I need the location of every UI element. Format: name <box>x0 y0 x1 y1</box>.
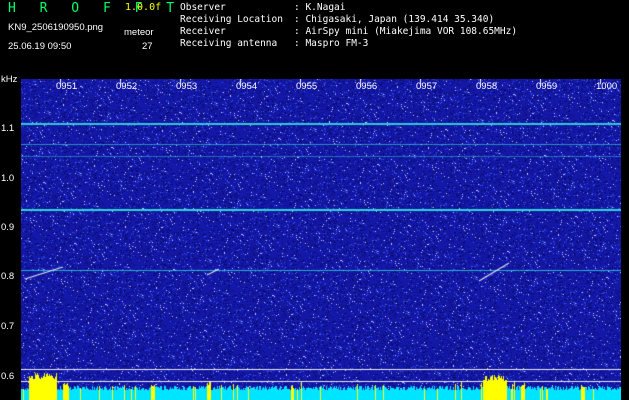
meteor-label: meteor <box>124 27 154 38</box>
y-tick-label: 1.1 <box>1 123 15 134</box>
info-label: Observer <box>180 2 226 13</box>
y-tick-label: 0.7 <box>1 321 15 332</box>
time-label: 0958 <box>476 81 498 92</box>
observation-datetime: 25.06.19 09:50 <box>8 41 72 52</box>
meteor-count: 27 <box>142 41 153 52</box>
time-label: 0953 <box>176 81 198 92</box>
info-value: : Maspro FM-3 <box>294 38 369 49</box>
time-label: 0951 <box>56 81 78 92</box>
time-label: 0956 <box>356 81 378 92</box>
time-label: 0959 <box>536 81 558 92</box>
time-label: 0952 <box>116 81 138 92</box>
info-value: : K.Nagai <box>294 2 346 13</box>
time-label: 1000 <box>596 81 618 92</box>
frequency-unit-label: kHz <box>1 74 18 85</box>
spectrogram-canvas <box>21 79 621 400</box>
y-tick-label: 1.0 <box>1 173 15 184</box>
info-label: Receiving antenna <box>180 38 278 49</box>
info-value: : Chigasaki, Japan (139.414 35.340) <box>294 14 495 25</box>
time-label: 0957 <box>416 81 438 92</box>
file-name: KN9_2506190950.png <box>8 22 104 33</box>
info-value: : AirSpy mini (Miakejima VOR 108.65MHz) <box>294 26 518 37</box>
time-label: 0954 <box>236 81 258 92</box>
y-tick-label: 0.8 <box>1 271 15 282</box>
y-tick-label: 0.6 <box>1 371 15 382</box>
info-label: Receiver <box>180 26 226 37</box>
hroft-screen: H R O F F T 1.0.0f KN9_2506190950.png me… <box>0 0 629 400</box>
version-label: 1.0.0f <box>125 2 162 13</box>
info-label: Receiving Location <box>180 14 283 25</box>
time-label: 0955 <box>296 81 318 92</box>
y-tick-label: 0.9 <box>1 222 15 233</box>
